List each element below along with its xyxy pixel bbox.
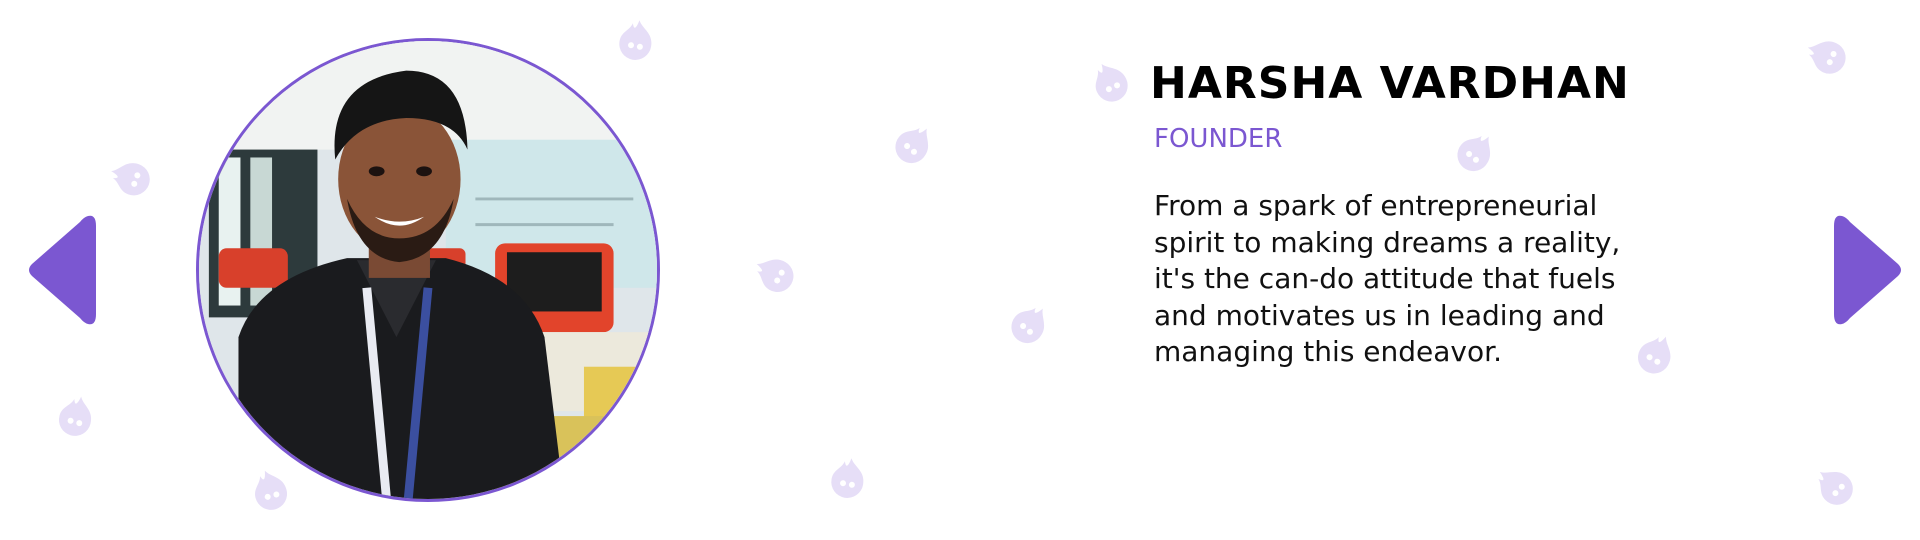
member-bio: From a spark of entrepreneurial spirit t… (1154, 188, 1674, 371)
flame-ghost-icon (818, 448, 878, 508)
flame-ghost-icon (877, 107, 950, 180)
flame-ghost-icon (97, 145, 164, 212)
bio-line: it's the can-do attitude that fuels (1154, 262, 1616, 295)
flame-ghost-icon (1791, 21, 1860, 90)
team-member-slide: HARSHA VARDHAN FOUNDER From a spark of e… (0, 0, 1920, 540)
flame-ghost-icon (606, 10, 666, 70)
flame-ghost-icon (238, 458, 302, 522)
flame-ghost-icon (44, 384, 108, 448)
bio-line: spirit to making dreams a reality, (1154, 225, 1621, 259)
flame-ghost-icon (993, 287, 1066, 360)
bio-line: and motivates us in leading and (1154, 298, 1605, 332)
bio-line: From a spark of entrepreneurial (1154, 189, 1598, 222)
bio-line: managing this endeavor. (1154, 335, 1502, 368)
flame-ghost-icon (1439, 115, 1512, 188)
flame-ghost-icon (738, 238, 809, 309)
member-role: FOUNDER (1154, 124, 1283, 154)
founder-portrait (196, 38, 660, 502)
flame-ghost-icon (1797, 449, 1871, 523)
next-slide-button[interactable] (1832, 212, 1904, 328)
prev-slide-button[interactable] (26, 212, 98, 328)
arrow-right-icon (1834, 215, 1901, 325)
arrow-left-icon (29, 215, 96, 325)
member-name: HARSHA VARDHAN (1150, 58, 1630, 109)
flame-ghost-icon (1075, 47, 1144, 116)
